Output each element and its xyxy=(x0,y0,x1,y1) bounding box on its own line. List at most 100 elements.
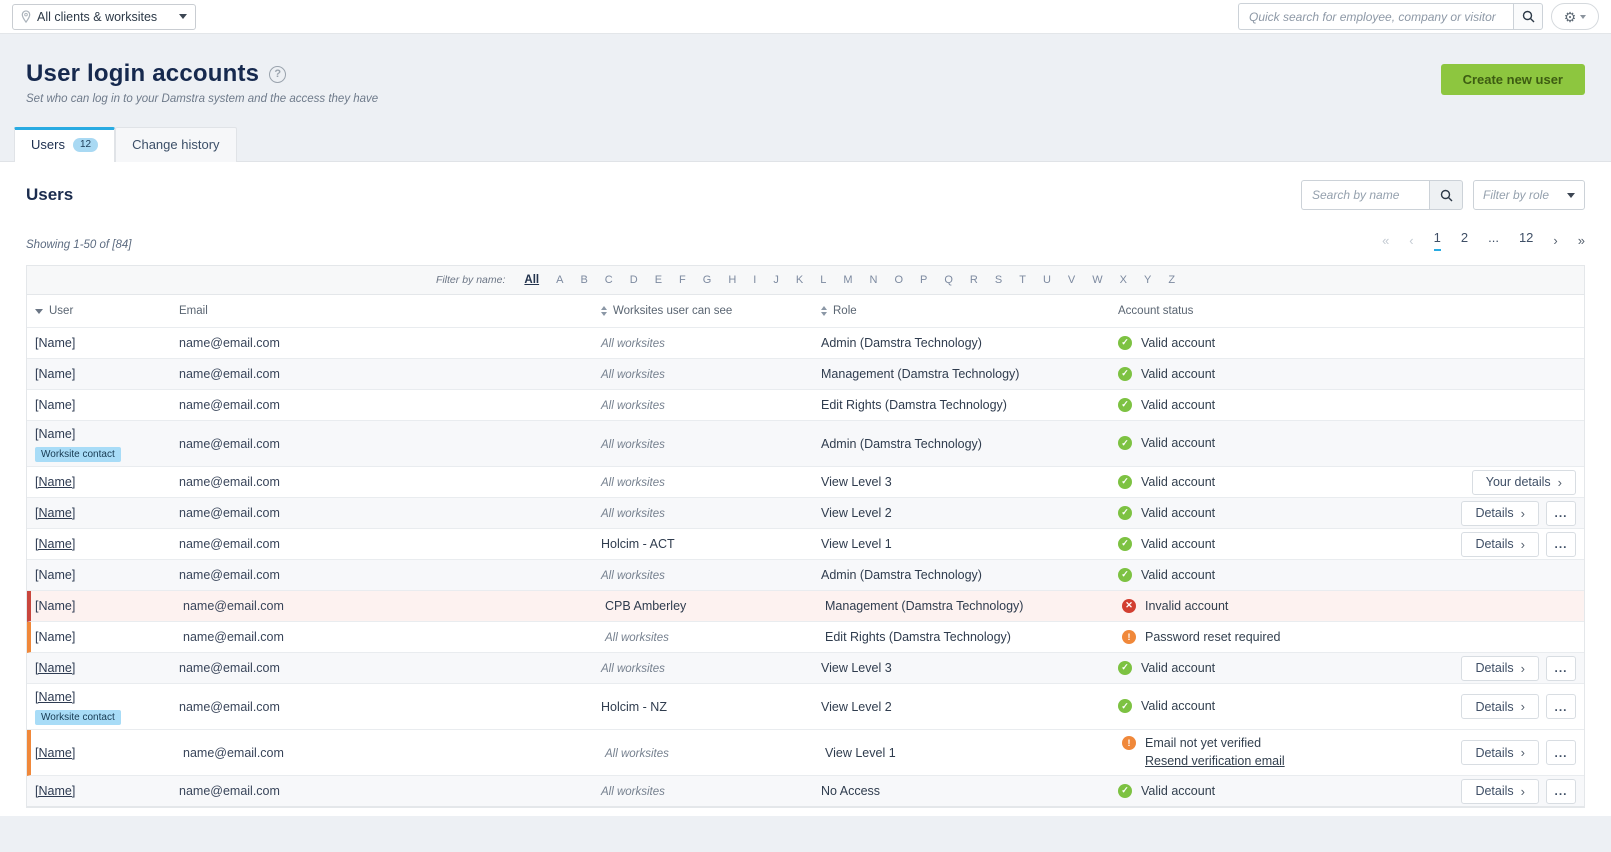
filter-letter-o[interactable]: O xyxy=(894,274,903,286)
search-by-name-button[interactable] xyxy=(1429,180,1463,210)
filter-letter-a[interactable]: A xyxy=(556,274,563,286)
your-details-button[interactable]: Your details › xyxy=(1471,469,1576,495)
filter-letter-x[interactable]: X xyxy=(1120,274,1127,286)
filter-letter-v[interactable]: V xyxy=(1068,274,1075,286)
chevron-right-icon: › xyxy=(1520,505,1525,521)
filter-letter-j[interactable]: J xyxy=(773,274,779,286)
details-button-label: Details xyxy=(1475,699,1514,714)
column-header-user[interactable]: User xyxy=(27,305,179,317)
filter-letter-m[interactable]: M xyxy=(843,274,852,286)
account-status-text: Valid account xyxy=(1141,436,1216,451)
worksites-value: All worksites xyxy=(601,786,665,798)
filter-letter-c[interactable]: C xyxy=(605,274,613,286)
user-name-link[interactable]: [Name] xyxy=(35,784,75,798)
table-row: [Name] name@email.com All worksites Managem… xyxy=(27,359,1584,390)
details-button[interactable]: Details › xyxy=(1461,531,1539,557)
table-row: [Name] name@email.com All worksites View Le… xyxy=(27,730,1584,776)
row-more-options-button[interactable]: ... xyxy=(1546,531,1576,557)
filter-letter-z[interactable]: Z xyxy=(1168,274,1175,286)
user-name: [Name] xyxy=(35,599,76,613)
filter-letter-q[interactable]: Q xyxy=(944,274,953,286)
users-panel: Users Filter by role Showing 1-50 of [84… xyxy=(0,161,1611,816)
worksites-value: All worksites xyxy=(601,438,665,451)
user-name-link[interactable]: [Name] xyxy=(35,537,75,551)
client-worksite-selector[interactable]: All clients & worksites xyxy=(12,3,196,30)
worksites-value: All worksites xyxy=(601,477,665,489)
pagination-next-button[interactable]: › xyxy=(1553,233,1557,248)
role-value: View Level 3 xyxy=(821,475,892,489)
tab-users-count-badge: 12 xyxy=(72,137,99,152)
filter-letter-h[interactable]: H xyxy=(728,274,736,286)
quick-search-input[interactable] xyxy=(1238,3,1513,30)
filter-letter-l[interactable]: L xyxy=(820,274,826,286)
pagination-last-button[interactable]: » xyxy=(1578,233,1585,248)
resend-verification-email-link[interactable]: Resend verification email xyxy=(1145,753,1285,770)
user-name-link[interactable]: [Name] xyxy=(35,661,75,675)
tab-users[interactable]: Users 12 xyxy=(14,127,116,162)
filter-letter-i[interactable]: I xyxy=(753,274,756,286)
column-header-worksites[interactable]: Worksites user can see xyxy=(589,305,809,317)
role-value: Edit Rights (Damstra Technology) xyxy=(821,398,1007,412)
tab-change-history[interactable]: Change history xyxy=(115,127,237,162)
chevron-down-icon xyxy=(1567,192,1575,198)
sort-icon xyxy=(821,306,827,316)
user-name-link[interactable]: [Name] xyxy=(35,746,75,760)
pagination-page-12[interactable]: 12 xyxy=(1519,230,1533,251)
filter-letter-d[interactable]: D xyxy=(630,274,638,286)
user-email: name@email.com xyxy=(183,630,284,644)
worksites-value: All worksites xyxy=(601,570,665,582)
filter-letter-all[interactable]: All xyxy=(524,274,539,286)
filter-letter-n[interactable]: N xyxy=(869,274,877,286)
pagination-page-1[interactable]: 1 xyxy=(1433,230,1441,251)
details-button[interactable]: Details › xyxy=(1461,740,1539,765)
worksites-value: All worksites xyxy=(601,663,665,675)
filter-letter-b[interactable]: B xyxy=(580,274,587,286)
pagination: « ‹ 1 2... 12 › » xyxy=(1382,230,1585,251)
details-button[interactable]: Details › xyxy=(1461,694,1539,719)
filter-letter-f[interactable]: F xyxy=(679,274,686,286)
create-new-user-button[interactable]: Create new user xyxy=(1440,64,1585,95)
user-email: name@email.com xyxy=(179,784,280,798)
row-more-options-button[interactable]: ... xyxy=(1546,740,1576,765)
column-header-role[interactable]: Role xyxy=(809,305,1115,317)
page-title: User login accounts xyxy=(26,60,260,87)
details-button[interactable]: Details › xyxy=(1461,778,1539,804)
user-name-link[interactable]: [Name] xyxy=(35,690,75,704)
row-more-options-button[interactable]: ... xyxy=(1546,778,1576,804)
filter-letter-y[interactable]: Y xyxy=(1144,274,1151,286)
column-header-user-label: User xyxy=(49,305,74,317)
filter-letter-k[interactable]: K xyxy=(796,274,803,286)
filter-letter-e[interactable]: E xyxy=(655,274,662,286)
filter-letter-g[interactable]: G xyxy=(703,274,712,286)
table-row: [Name] name@email.com Holcim - ACT View Lev… xyxy=(27,529,1584,560)
filter-letter-s[interactable]: S xyxy=(995,274,1002,286)
search-by-name-input[interactable] xyxy=(1301,180,1429,210)
quick-search-button[interactable] xyxy=(1513,3,1543,30)
filter-letter-w[interactable]: W xyxy=(1092,274,1102,286)
row-more-options-button[interactable]: ... xyxy=(1546,694,1576,719)
column-header-worksites-label: Worksites user can see xyxy=(613,305,733,317)
details-button[interactable]: Details › xyxy=(1461,500,1539,526)
filter-by-role-select[interactable]: Filter by role xyxy=(1473,180,1585,210)
sort-icon xyxy=(601,306,607,316)
row-more-options-button[interactable]: ... xyxy=(1546,655,1576,681)
account-status-text: Valid account xyxy=(1141,783,1216,798)
details-button[interactable]: Details › xyxy=(1461,655,1539,681)
pagination-prev-button[interactable]: ‹ xyxy=(1409,233,1413,248)
row-more-options-button[interactable]: ... xyxy=(1546,500,1576,526)
filter-letter-t[interactable]: T xyxy=(1019,274,1026,286)
help-icon[interactable]: ? xyxy=(269,65,287,83)
column-header-account-status-label: Account status xyxy=(1118,305,1194,317)
account-status-text: Valid account xyxy=(1141,699,1216,714)
user-name-link[interactable]: [Name] xyxy=(35,475,75,489)
account-status-text: Valid account xyxy=(1141,536,1216,551)
pagination-page-2[interactable]: 2 xyxy=(1461,230,1468,251)
filter-letter-p[interactable]: P xyxy=(920,274,927,286)
valid-status-icon: ✓ xyxy=(1118,783,1132,798)
filter-letter-u[interactable]: U xyxy=(1043,274,1051,286)
search-icon xyxy=(1440,189,1452,201)
filter-letter-r[interactable]: R xyxy=(970,274,978,286)
pagination-first-button[interactable]: « xyxy=(1382,233,1389,248)
settings-button[interactable]: ⚙ xyxy=(1551,3,1599,30)
user-name-link[interactable]: [Name] xyxy=(35,506,75,520)
